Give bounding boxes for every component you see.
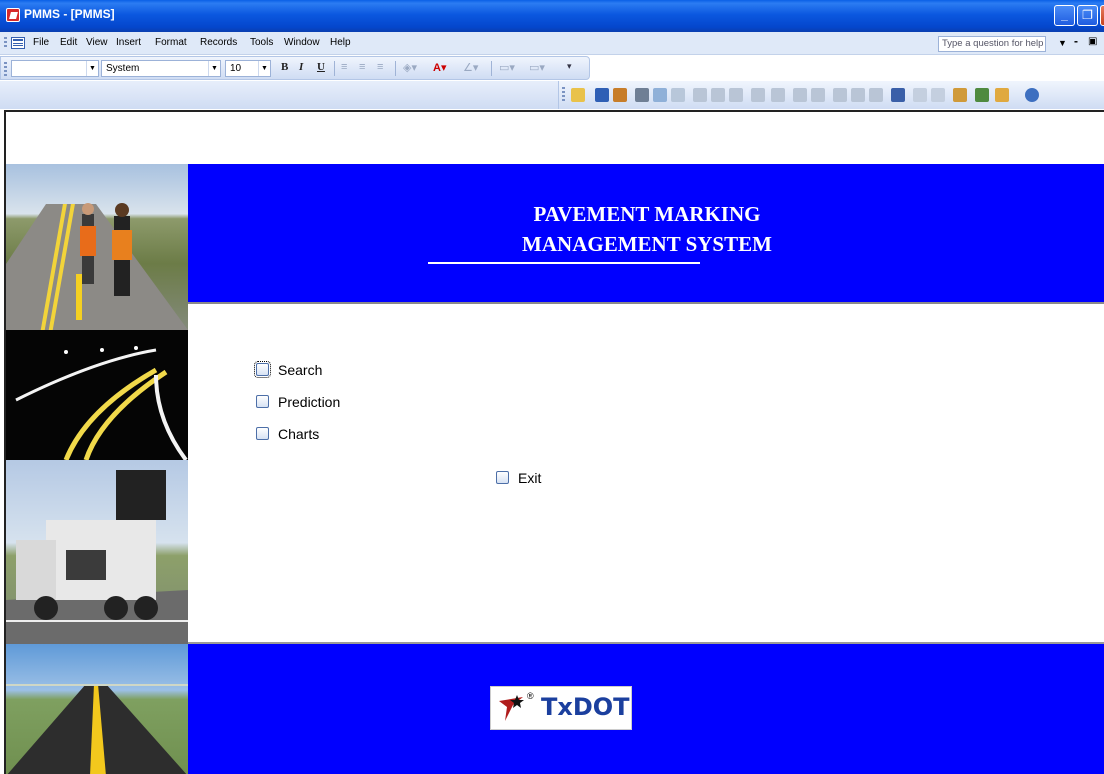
sort-ascending-icon[interactable] <box>793 88 807 102</box>
align-left-icon[interactable]: ≡ <box>341 61 347 73</box>
undo-icon[interactable] <box>751 88 765 102</box>
maximize-button[interactable]: ❐ <box>1077 5 1098 26</box>
toolbar-separator <box>395 61 396 76</box>
close-button[interactable]: ✕ <box>1100 5 1104 26</box>
object-combo[interactable]: ▼ <box>11 60 99 77</box>
pmms-main-form: PAVEMENT MARKING MANAGEMENT SYSTEM Searc… <box>4 110 1104 774</box>
photo-highway-centerline <box>6 644 188 774</box>
menu-view[interactable]: View <box>86 37 108 48</box>
footer-banner: ® TxDOT <box>188 642 1104 774</box>
menu-help[interactable]: Help <box>330 37 351 48</box>
title-underline <box>428 262 700 264</box>
help-icon[interactable] <box>1025 88 1039 102</box>
menu-edit[interactable]: Edit <box>60 37 77 48</box>
toolbar-grip-icon[interactable] <box>562 87 565 102</box>
font-size-value: 10 <box>230 63 242 74</box>
menu-bar: File Edit View Insert Format Records Too… <box>0 32 1104 55</box>
header-divider <box>188 302 1104 304</box>
chevron-down-icon[interactable]: ▼ <box>86 61 98 76</box>
apply-filter-icon[interactable] <box>869 88 883 102</box>
font-color-icon[interactable]: A▾ <box>433 61 446 74</box>
toolbar-options-icon[interactable]: ▾ <box>567 61 572 72</box>
print-icon[interactable] <box>635 88 649 102</box>
align-center-icon[interactable]: ≡ <box>359 61 365 73</box>
cut-icon[interactable] <box>693 88 707 102</box>
txdot-logo: ® TxDOT <box>490 686 632 730</box>
properties-icon[interactable] <box>953 88 967 102</box>
charts-label: Charts <box>278 426 320 442</box>
special-effect-icon[interactable]: ▭▾ <box>529 61 545 74</box>
font-name-combo[interactable]: System ▼ <box>101 60 221 77</box>
exit-label: Exit <box>518 470 542 486</box>
menu-tools[interactable]: Tools <box>250 37 273 48</box>
form-title-line2: MANAGEMENT SYSTEM <box>522 232 772 256</box>
form-title-line1: PAVEMENT MARKING <box>533 202 761 226</box>
txdot-logo-text: TxDOT <box>541 693 630 721</box>
menu-window[interactable]: Window <box>284 37 320 48</box>
new-record-icon[interactable] <box>913 88 927 102</box>
toolbar-grip-icon[interactable] <box>4 62 7 76</box>
spelling-icon[interactable] <box>671 88 685 102</box>
form-window-icon[interactable] <box>11 37 25 49</box>
window-title: PMMS - [PMMS] <box>24 7 115 21</box>
access-window: PMMS - [PMMS] _ ❐ ✕ File Edit View Inser… <box>0 0 1104 774</box>
menu-file[interactable]: File <box>33 37 49 48</box>
registered-mark: ® <box>527 691 534 701</box>
photo-striping-truck <box>6 460 188 644</box>
new-object-icon[interactable] <box>995 88 1009 102</box>
photo-strip <box>6 164 188 774</box>
exit-checkbox-icon[interactable] <box>496 471 509 484</box>
formatting-toolbar: ▼ System ▼ 10 ▼ B I U ≡ ≡ ≡ ◈▾ A▾ ∠▾ ▭▾ … <box>0 56 590 80</box>
photo-road-inspectors <box>6 164 188 330</box>
print-preview-icon[interactable] <box>653 88 667 102</box>
prediction-checkbox-icon[interactable] <box>256 395 269 408</box>
border-width-icon[interactable]: ▭▾ <box>499 61 515 74</box>
bold-button[interactable]: B <box>281 61 288 73</box>
align-right-icon[interactable]: ≡ <box>377 61 383 73</box>
hyperlink-icon[interactable] <box>771 88 785 102</box>
form-view-toolbar <box>558 81 1104 109</box>
txdot-star-icon <box>499 695 524 721</box>
title-bar: PMMS - [PMMS] _ ❐ ✕ <box>0 0 1104 32</box>
prediction-label: Prediction <box>278 394 341 410</box>
font-size-combo[interactable]: 10 ▼ <box>225 60 271 77</box>
document-minimize-icon[interactable]: - <box>1074 34 1078 48</box>
help-question-input[interactable]: Type a question for help <box>938 36 1046 52</box>
filter-by-selection-icon[interactable] <box>833 88 847 102</box>
sort-descending-icon[interactable] <box>811 88 825 102</box>
toolbar-separator <box>334 61 335 76</box>
underline-button[interactable]: U <box>317 61 325 73</box>
italic-button[interactable]: I <box>299 61 303 73</box>
font-name-value: System <box>106 63 140 74</box>
document-restore-icon[interactable]: ▣ <box>1088 36 1097 47</box>
delete-record-icon[interactable] <box>931 88 945 102</box>
menu-grip-icon[interactable] <box>4 37 7 49</box>
filter-by-form-icon[interactable] <box>851 88 865 102</box>
toolbar-background <box>0 81 558 109</box>
line-color-icon[interactable]: ∠▾ <box>463 61 478 74</box>
toolbar-separator <box>491 61 492 76</box>
menu-format[interactable]: Format <box>155 37 187 48</box>
chevron-down-icon[interactable]: ▼ <box>258 61 270 76</box>
title-banner: PAVEMENT MARKING MANAGEMENT SYSTEM <box>188 164 1104 302</box>
menu-records[interactable]: Records <box>200 37 237 48</box>
help-dropdown-icon[interactable]: ▼ <box>1058 38 1067 48</box>
menu-insert[interactable]: Insert <box>116 37 141 48</box>
paste-icon[interactable] <box>729 88 743 102</box>
access-app-icon[interactable] <box>6 8 20 22</box>
view-icon[interactable] <box>571 88 585 102</box>
copy-icon[interactable] <box>711 88 725 102</box>
search-label: Search <box>278 362 323 378</box>
photo-night-road-markings <box>6 330 188 460</box>
search-checkbox-icon[interactable] <box>254 361 271 378</box>
charts-checkbox-icon[interactable] <box>256 427 269 440</box>
minimize-button[interactable]: _ <box>1054 5 1075 26</box>
file-search-icon[interactable] <box>613 88 627 102</box>
find-icon[interactable] <box>891 88 905 102</box>
chevron-down-icon[interactable]: ▼ <box>208 61 220 76</box>
fill-color-icon[interactable]: ◈▾ <box>403 61 417 74</box>
database-window-icon[interactable] <box>975 88 989 102</box>
save-icon[interactable] <box>595 88 609 102</box>
